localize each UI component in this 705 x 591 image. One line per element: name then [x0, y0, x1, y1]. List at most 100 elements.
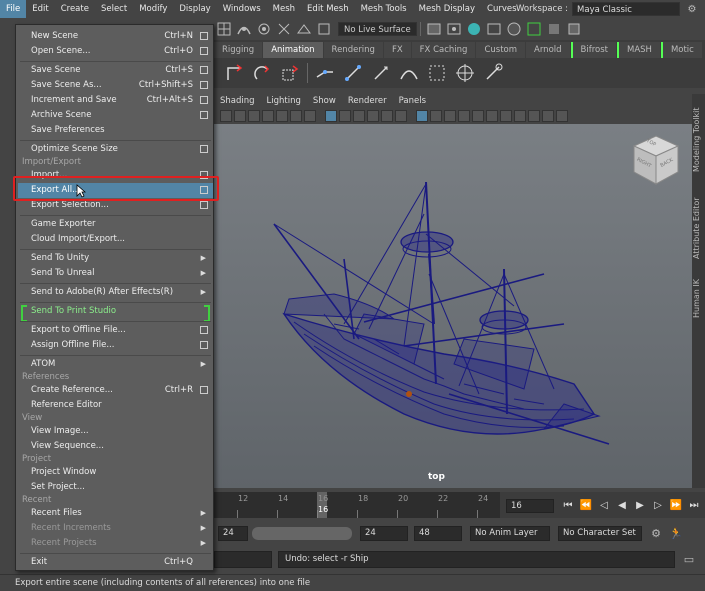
menu-item-send-to-unity[interactable]: Send To Unity ▶ — [18, 251, 213, 266]
menu-item-reference-editor[interactable]: Reference Editor — [18, 398, 213, 413]
panel-tool-button[interactable] — [556, 110, 568, 122]
menu-item-send-to-after-effects[interactable]: Send to Adobe(R) After Effects(R) ▶ — [18, 285, 213, 300]
menu-item-archive-scene[interactable]: Archive Scene — [18, 108, 213, 123]
set-key-scale-icon[interactable] — [279, 62, 301, 84]
menu-item-save-scene-as[interactable]: Save Scene As... Ctrl+Shift+S — [18, 78, 213, 93]
panel-tool-button[interactable] — [304, 110, 316, 122]
live-surface-field[interactable]: No Live Surface — [338, 22, 417, 36]
snap-plane-icon[interactable] — [316, 21, 332, 37]
menu-file[interactable]: File — [0, 0, 27, 18]
anim-end-field[interactable]: 24 — [360, 525, 408, 541]
panel-tool-button[interactable] — [514, 110, 526, 122]
view-cube[interactable]: TOP RIGHT BACK — [628, 132, 684, 188]
workspace-dropdown[interactable]: Maya Classic — [572, 2, 681, 16]
menu-select[interactable]: Select — [95, 0, 133, 18]
shelf-tab-custom[interactable]: Custom — [476, 42, 526, 58]
menu-windows[interactable]: Windows — [217, 0, 267, 18]
motion-path-icon[interactable] — [398, 62, 420, 84]
anim-prefs-icon[interactable]: ⚙ — [648, 525, 664, 541]
option-box-icon[interactable] — [200, 96, 208, 104]
option-box-icon[interactable] — [200, 341, 208, 349]
anim-layer-dropdown[interactable]: No Anim Layer — [470, 525, 550, 541]
panel-tool-button[interactable] — [339, 110, 351, 122]
range-end-field[interactable]: 24 — [218, 525, 248, 541]
menu-edit[interactable]: Edit — [26, 0, 54, 18]
render-settings-icon[interactable] — [486, 21, 502, 37]
panel-menu-show[interactable]: Show — [307, 96, 342, 106]
current-frame-field[interactable]: 16 — [506, 499, 554, 513]
menu-item-create-reference[interactable]: Create Reference... Ctrl+R — [18, 383, 213, 398]
shelf-tab-bifrost[interactable]: Bifrost — [570, 42, 616, 58]
wireframe-toggle-icon[interactable] — [416, 110, 428, 122]
set-key-icon[interactable] — [223, 62, 245, 84]
panel-tool-button[interactable] — [472, 110, 484, 122]
panel-tool-button[interactable] — [444, 110, 456, 122]
menu-item-project-window[interactable]: Project Window — [18, 465, 213, 480]
menu-mesh-display[interactable]: Mesh Display — [413, 0, 481, 18]
play-backward-icon[interactable]: ◀ — [614, 497, 630, 513]
script-editor-icon[interactable]: ▭ — [681, 551, 697, 567]
pin-icon[interactable] — [482, 62, 504, 84]
shelf-tab-mash[interactable]: MASH — [617, 42, 660, 58]
option-box-icon[interactable] — [200, 145, 208, 153]
menu-display[interactable]: Display — [173, 0, 216, 18]
option-box-icon[interactable] — [200, 386, 208, 394]
option-box-icon[interactable] — [200, 47, 208, 55]
command-input[interactable] — [214, 550, 272, 568]
gear-icon[interactable]: ⚙ — [686, 3, 698, 15]
menu-item-export-to-offline-file[interactable]: Export to Offline File... — [18, 323, 213, 338]
panel-tool-button[interactable] — [430, 110, 442, 122]
panel-tool-button[interactable] — [486, 110, 498, 122]
menu-item-exit[interactable]: Exit Ctrl+Q — [18, 555, 213, 570]
ipr-icon[interactable] — [466, 21, 482, 37]
render-view-icon[interactable] — [526, 21, 542, 37]
panel-tool-button[interactable] — [276, 110, 288, 122]
step-forward-frame-icon[interactable]: ▷ — [650, 497, 666, 513]
shelf-tab-motion[interactable]: Motic — [660, 42, 702, 58]
play-forward-icon[interactable]: ▶ — [632, 497, 648, 513]
shelf-tab-fx-caching[interactable]: FX Caching — [411, 42, 476, 58]
panel-menu-lighting[interactable]: Lighting — [261, 96, 307, 106]
option-box-icon[interactable] — [200, 32, 208, 40]
tool-settings-icon[interactable] — [546, 21, 562, 37]
side-tab-human-ik[interactable]: Human IK — [692, 274, 705, 324]
side-tab-modeling-toolkit[interactable]: Modeling Toolkit — [692, 98, 705, 182]
menu-item-save-preferences[interactable]: Save Preferences — [18, 123, 213, 138]
menu-item-game-exporter[interactable]: Game Exporter — [18, 217, 213, 232]
step-back-key-icon[interactable]: ⏪ — [578, 497, 594, 513]
menu-item-send-to-print-studio[interactable]: Send To Print Studio — [18, 304, 213, 322]
step-back-frame-icon[interactable]: ◁ — [596, 497, 612, 513]
menu-edit-mesh[interactable]: Edit Mesh — [301, 0, 355, 18]
panel-tool-button[interactable] — [367, 110, 379, 122]
snap-surface-icon[interactable] — [296, 21, 312, 37]
menu-mesh-tools[interactable]: Mesh Tools — [355, 0, 413, 18]
panel-tool-button[interactable] — [500, 110, 512, 122]
panel-tool-button[interactable] — [248, 110, 260, 122]
panel-tool-button[interactable] — [262, 110, 274, 122]
locator-icon[interactable] — [454, 62, 476, 84]
menu-item-recent-files[interactable]: Recent Files ▶ — [18, 506, 213, 521]
snap-point-icon[interactable] — [256, 21, 272, 37]
panel-tool-button[interactable] — [234, 110, 246, 122]
shelf-tab-fx[interactable]: FX — [383, 42, 411, 58]
shelf-tab-rendering[interactable]: Rendering — [323, 42, 383, 58]
shelf-tab-arnold[interactable]: Arnold — [526, 42, 570, 58]
panel-tool-button[interactable] — [381, 110, 393, 122]
option-box-icon[interactable] — [200, 201, 208, 209]
menu-item-increment-and-save[interactable]: Increment and Save Ctrl+Alt+S — [18, 93, 213, 108]
panel-menu-renderer[interactable]: Renderer — [342, 96, 393, 106]
snap-view-icon[interactable] — [276, 21, 292, 37]
menu-item-atom[interactable]: ATOM ▶ — [18, 357, 213, 372]
shelf-tab-animation[interactable]: Animation — [263, 42, 323, 58]
channel-box-icon[interactable] — [566, 21, 582, 37]
option-box-icon[interactable] — [200, 326, 208, 334]
option-box-icon[interactable] — [200, 111, 208, 119]
menu-item-save-scene[interactable]: Save Scene Ctrl+S — [18, 63, 213, 78]
go-to-end-icon[interactable]: ⏭ — [686, 497, 702, 513]
go-to-start-icon[interactable]: ⏮ — [560, 497, 576, 513]
viewport-3d[interactable]: TOP RIGHT BACK top — [214, 124, 692, 488]
panel-menu-panels[interactable]: Panels — [393, 96, 432, 106]
hypershade-icon[interactable] — [506, 21, 522, 37]
snap-curve-icon[interactable] — [236, 21, 252, 37]
side-tab-attribute-editor[interactable]: Attribute Editor — [692, 186, 705, 270]
